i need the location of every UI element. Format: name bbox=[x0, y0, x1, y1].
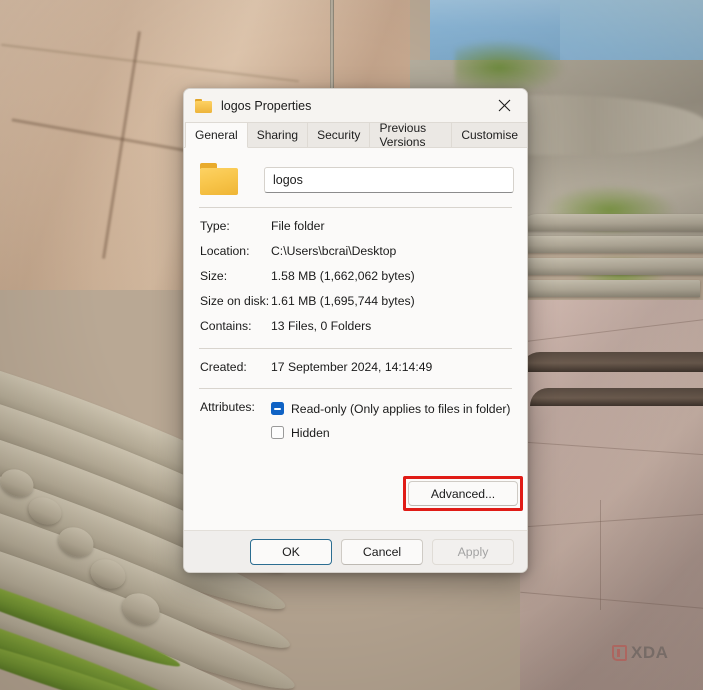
tab-security[interactable]: Security bbox=[307, 122, 371, 147]
dialog-footer: OK Cancel Apply bbox=[184, 530, 527, 572]
tab-label: Customise bbox=[461, 128, 518, 142]
info-label: Contains: bbox=[200, 319, 252, 333]
readonly-label: Read-only (Only applies to files in fold… bbox=[291, 401, 511, 416]
readonly-checkbox[interactable] bbox=[271, 402, 284, 415]
tab-label: Previous Versions bbox=[379, 121, 427, 149]
folder-name-row: logos bbox=[197, 148, 514, 196]
tab-label: Sharing bbox=[256, 128, 299, 142]
info-value: 1.58 MB (1,662,062 bytes) bbox=[271, 269, 415, 283]
info-row-size: Size: 1.58 MB (1,662,062 bytes) bbox=[197, 258, 514, 283]
folder-name-input[interactable]: logos bbox=[264, 166, 514, 193]
info-value: File folder bbox=[271, 219, 325, 233]
tab-customise[interactable]: Customise bbox=[451, 122, 527, 147]
info-label: Location: bbox=[200, 244, 250, 258]
folder-properties-dialog: logos Properties General Sharing Securit… bbox=[183, 88, 528, 573]
tab-strip: General Sharing Security Previous Versio… bbox=[184, 121, 527, 149]
info-value: 17 September 2024, 14:14:49 bbox=[271, 360, 433, 374]
hidden-label: Hidden bbox=[291, 425, 330, 440]
attributes-label: Attributes: bbox=[200, 400, 255, 414]
xda-logo-icon bbox=[612, 645, 627, 661]
info-label: Size on disk: bbox=[200, 294, 270, 308]
general-tab-panel: logos Type: File folder Location: C:\Use… bbox=[184, 148, 527, 530]
dialog-title: logos Properties bbox=[221, 98, 312, 113]
readonly-checkbox-row[interactable]: Read-only (Only applies to files in fold… bbox=[271, 400, 514, 417]
info-row-location: Location: C:\Users\bcrai\Desktop bbox=[197, 233, 514, 258]
tab-label: General bbox=[195, 128, 238, 142]
cancel-button[interactable]: Cancel bbox=[341, 538, 423, 565]
folder-icon bbox=[200, 163, 240, 196]
info-value: 1.61 MB (1,695,744 bytes) bbox=[271, 294, 415, 308]
close-icon[interactable] bbox=[482, 89, 527, 122]
folder-icon bbox=[195, 98, 212, 113]
info-row-size-on-disk: Size on disk: 1.61 MB (1,695,744 bytes) bbox=[197, 283, 514, 308]
tab-previous-versions[interactable]: Previous Versions bbox=[369, 121, 453, 149]
info-row-type: Type: File folder bbox=[197, 208, 514, 233]
highlight-rectangle: Advanced... bbox=[403, 476, 523, 511]
xda-watermark-text: XDA bbox=[631, 643, 669, 662]
hidden-checkbox-row[interactable]: Hidden bbox=[271, 424, 514, 441]
advanced-button-container: Advanced... bbox=[403, 476, 523, 511]
tab-label: Security bbox=[317, 128, 361, 142]
ok-button[interactable]: OK bbox=[250, 538, 332, 565]
info-row-created: Created: 17 September 2024, 14:14:49 bbox=[197, 349, 514, 374]
xda-watermark: XDA bbox=[612, 643, 668, 663]
tab-general[interactable]: General bbox=[185, 122, 248, 148]
tab-sharing[interactable]: Sharing bbox=[246, 122, 309, 147]
info-label: Size: bbox=[200, 269, 228, 283]
hidden-checkbox[interactable] bbox=[271, 426, 284, 439]
advanced-button[interactable]: Advanced... bbox=[408, 481, 518, 506]
attributes-body: Read-only (Only applies to files in fold… bbox=[271, 400, 514, 441]
dialog-titlebar[interactable]: logos Properties bbox=[184, 89, 527, 122]
info-row-contains: Contains: 13 Files, 0 Folders bbox=[197, 308, 514, 333]
info-label: Created: bbox=[200, 360, 247, 374]
info-label: Type: bbox=[200, 219, 230, 233]
info-value: 13 Files, 0 Folders bbox=[271, 319, 372, 333]
attributes-row: Attributes: Read-only (Only applies to f… bbox=[197, 389, 514, 441]
apply-button: Apply bbox=[432, 538, 514, 565]
info-value: C:\Users\bcrai\Desktop bbox=[271, 244, 397, 258]
